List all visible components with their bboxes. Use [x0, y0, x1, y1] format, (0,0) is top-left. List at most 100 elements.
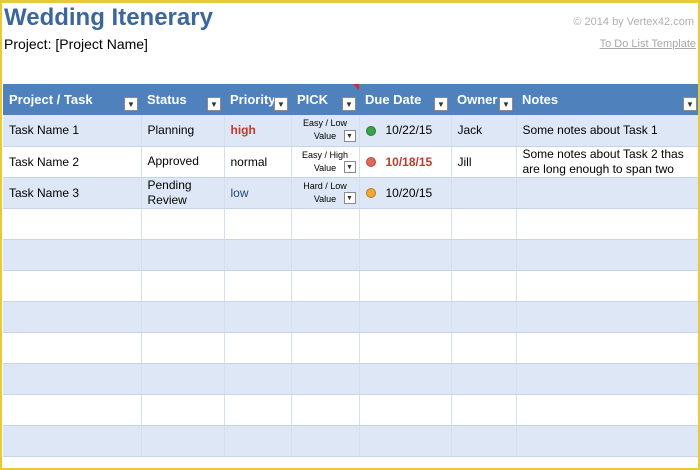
empty-cell[interactable] — [516, 363, 700, 395]
owner-cell[interactable] — [451, 177, 517, 209]
empty-cell[interactable] — [3, 301, 142, 333]
owner-cell[interactable]: Jack — [451, 115, 517, 147]
pick-cell[interactable]: Easy / High Value ▼ — [291, 146, 360, 178]
empty-cell[interactable] — [291, 270, 360, 302]
owner-cell[interactable]: Jill — [451, 146, 517, 178]
empty-cell[interactable] — [224, 270, 292, 302]
empty-cell[interactable] — [359, 394, 452, 426]
status-cell[interactable]: Pending Review — [141, 177, 225, 209]
filter-dropdown-icon[interactable]: ▼ — [342, 97, 356, 111]
empty-cell[interactable] — [141, 425, 225, 457]
empty-cell[interactable] — [224, 301, 292, 333]
empty-cell[interactable] — [3, 332, 142, 364]
empty-cell[interactable] — [141, 208, 225, 240]
empty-cell[interactable] — [516, 301, 700, 333]
empty-cell[interactable] — [451, 332, 517, 364]
empty-cell[interactable] — [359, 425, 452, 457]
task-cell[interactable]: Task Name 1 — [3, 115, 142, 147]
empty-table-row[interactable] — [3, 239, 700, 271]
empty-cell[interactable] — [3, 208, 142, 240]
empty-cell[interactable] — [3, 270, 142, 302]
empty-cell[interactable] — [451, 208, 517, 240]
dropdown-arrow-icon[interactable]: ▼ — [343, 191, 356, 204]
empty-cell[interactable] — [3, 239, 142, 271]
empty-cell[interactable] — [291, 301, 360, 333]
filter-dropdown-icon[interactable]: ▼ — [434, 97, 448, 111]
empty-cell[interactable] — [516, 270, 700, 302]
empty-table-row[interactable] — [3, 301, 700, 333]
empty-cell[interactable] — [451, 270, 517, 302]
filter-dropdown-icon[interactable]: ▼ — [683, 97, 697, 111]
empty-cell[interactable] — [516, 239, 700, 271]
status-cell[interactable]: Planning — [141, 115, 225, 147]
empty-cell[interactable] — [451, 425, 517, 457]
empty-cell[interactable] — [224, 208, 292, 240]
empty-cell[interactable] — [359, 301, 452, 333]
empty-cell[interactable] — [291, 394, 360, 426]
empty-cell[interactable] — [3, 394, 142, 426]
priority-cell[interactable]: high — [224, 115, 292, 147]
empty-cell[interactable] — [224, 363, 292, 395]
table-row[interactable]: Task Name 3 Pending Review low Hard / Lo… — [3, 177, 700, 209]
empty-table-row[interactable] — [3, 270, 700, 302]
task-cell[interactable]: Task Name 3 — [3, 177, 142, 209]
empty-cell[interactable] — [516, 425, 700, 457]
todo-template-link[interactable]: To Do List Template — [600, 38, 696, 50]
empty-cell[interactable] — [359, 239, 452, 271]
empty-cell[interactable] — [141, 301, 225, 333]
table-row[interactable]: Task Name 1 Planning high Easy / Low Val… — [3, 115, 700, 147]
empty-table-row[interactable] — [3, 425, 700, 457]
filter-dropdown-icon[interactable]: ▼ — [499, 97, 513, 111]
priority-cell[interactable]: normal — [224, 146, 292, 178]
filter-dropdown-icon[interactable]: ▼ — [274, 97, 288, 111]
empty-cell[interactable] — [291, 208, 360, 240]
empty-cell[interactable] — [291, 332, 360, 364]
project-name[interactable]: Project: [Project Name] — [4, 36, 148, 52]
empty-cell[interactable] — [141, 239, 225, 271]
empty-cell[interactable] — [224, 332, 292, 364]
dropdown-arrow-icon[interactable]: ▼ — [343, 160, 356, 173]
empty-cell[interactable] — [451, 363, 517, 395]
pick-cell[interactable]: Hard / Low Value ▼ — [291, 177, 360, 209]
empty-cell[interactable] — [451, 239, 517, 271]
empty-cell[interactable] — [141, 270, 225, 302]
filter-dropdown-icon[interactable]: ▼ — [124, 97, 138, 111]
priority-cell[interactable]: low — [224, 177, 292, 209]
empty-cell[interactable] — [516, 394, 700, 426]
empty-cell[interactable] — [3, 363, 142, 395]
filter-dropdown-icon[interactable]: ▼ — [207, 97, 221, 111]
empty-cell[interactable] — [359, 332, 452, 364]
empty-cell[interactable] — [451, 394, 517, 426]
empty-table-row[interactable] — [3, 363, 700, 395]
empty-cell[interactable] — [291, 363, 360, 395]
empty-cell[interactable] — [516, 332, 700, 364]
empty-table-row[interactable] — [3, 208, 700, 240]
due-date-cell[interactable]: 10/18/15 — [359, 146, 452, 178]
due-date-cell[interactable]: 10/22/15 — [359, 115, 452, 147]
empty-cell[interactable] — [291, 239, 360, 271]
empty-table-row[interactable] — [3, 394, 700, 426]
notes-cell[interactable]: Some notes about Task 1 — [516, 115, 700, 147]
empty-cell[interactable] — [224, 425, 292, 457]
empty-table-row[interactable] — [3, 332, 700, 364]
empty-cell[interactable] — [141, 363, 225, 395]
empty-cell[interactable] — [3, 425, 142, 457]
status-cell[interactable]: Approved — [141, 146, 225, 178]
dropdown-arrow-icon[interactable]: ▼ — [343, 129, 356, 142]
empty-cell[interactable] — [291, 425, 360, 457]
empty-cell[interactable] — [141, 332, 225, 364]
empty-cell[interactable] — [224, 394, 292, 426]
pick-cell[interactable]: Easy / Low Value ▼ — [291, 115, 360, 147]
empty-cell[interactable] — [451, 301, 517, 333]
notes-cell[interactable]: Some notes about Task 2 thas are long en… — [516, 146, 700, 178]
notes-cell[interactable] — [516, 177, 700, 209]
empty-cell[interactable] — [224, 239, 292, 271]
due-date-cell[interactable]: 10/20/15 — [359, 177, 452, 209]
table-row[interactable]: Task Name 2 Approved normal Easy / High … — [3, 146, 700, 178]
empty-cell[interactable] — [359, 270, 452, 302]
empty-cell[interactable] — [141, 394, 225, 426]
empty-cell[interactable] — [359, 363, 452, 395]
empty-cell[interactable] — [516, 208, 700, 240]
task-cell[interactable]: Task Name 2 — [3, 146, 142, 178]
empty-cell[interactable] — [359, 208, 452, 240]
